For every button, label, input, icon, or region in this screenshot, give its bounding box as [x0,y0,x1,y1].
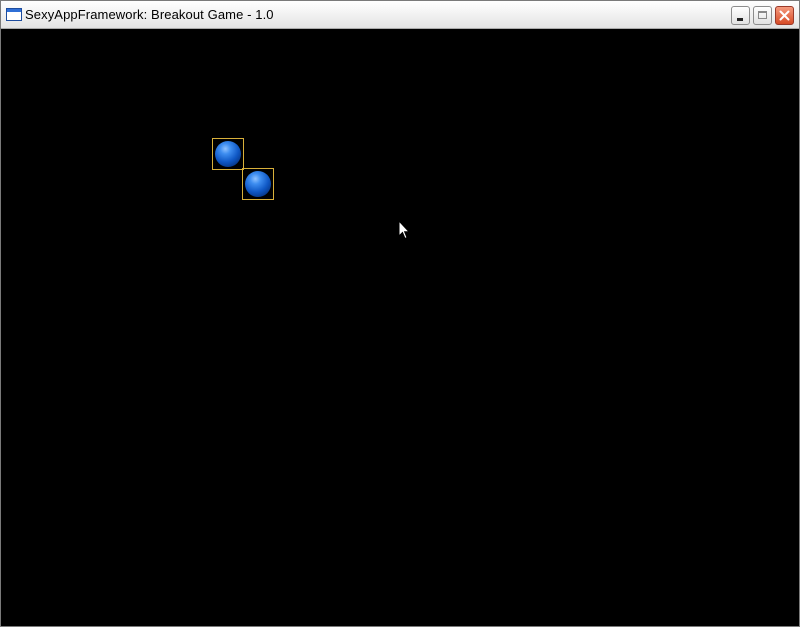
title-bar[interactable]: SexyAppFramework: Breakout Game - 1.0 [1,1,799,29]
brick-block-2 [242,168,274,200]
mouse-pointer-icon [398,220,410,240]
close-button[interactable] [775,6,794,25]
minimize-button[interactable] [731,6,750,25]
window-title: SexyAppFramework: Breakout Game - 1.0 [25,7,274,22]
maximize-button[interactable] [753,6,772,25]
maximize-icon [758,11,767,19]
blue-ball-icon [215,141,241,167]
brick-block-1 [212,138,244,170]
app-window-icon[interactable] [6,8,22,21]
blue-ball-icon [245,171,271,197]
game-canvas[interactable] [3,29,798,625]
close-icon [779,10,790,21]
minimize-icon [737,18,743,21]
game-window: SexyAppFramework: Breakout Game - 1.0 [0,0,800,627]
